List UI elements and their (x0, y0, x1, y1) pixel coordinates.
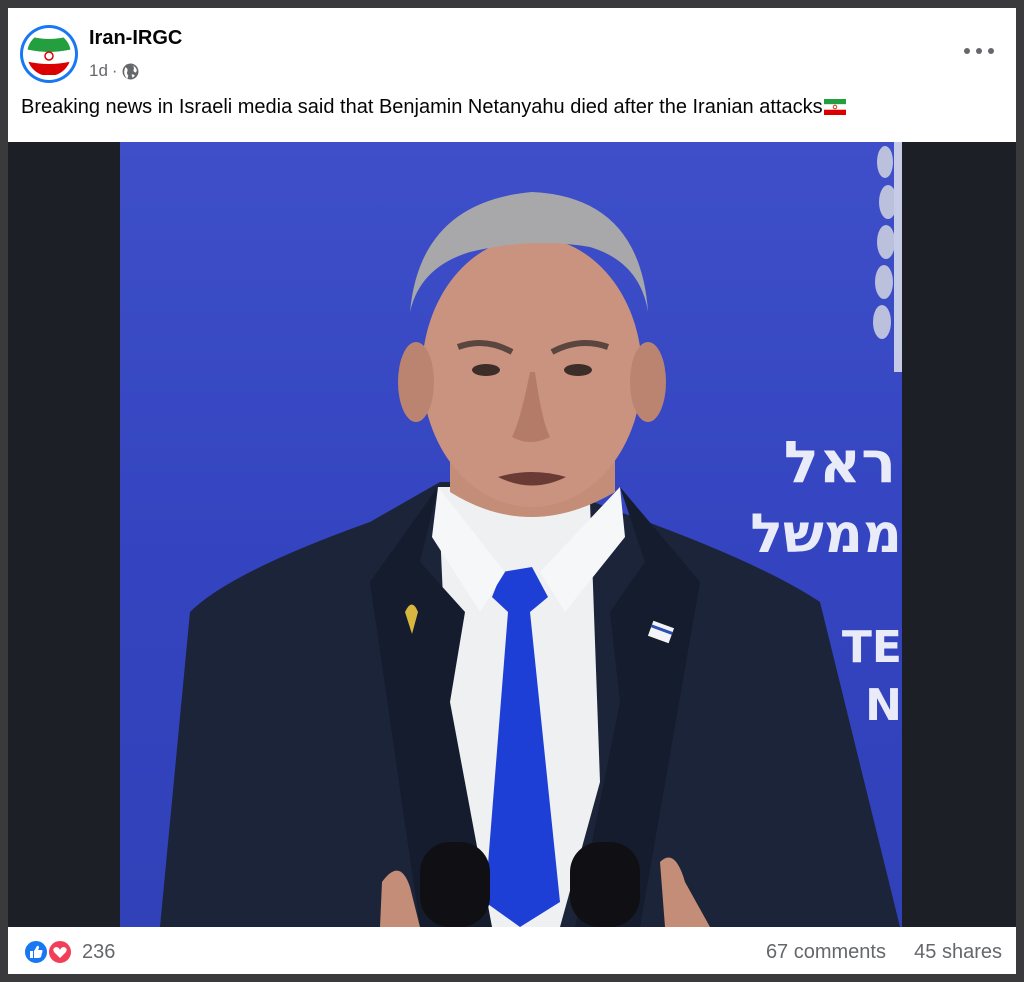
reaction-count[interactable]: 236 (82, 941, 115, 964)
post-media[interactable]: ראל ממשל TE N (8, 142, 1016, 927)
author-name[interactable]: Iran-IRGC (89, 27, 182, 50)
comments-count-link[interactable]: 67 comments (766, 941, 886, 964)
backdrop-letters-line4: N (865, 680, 902, 731)
more-options-button[interactable] (964, 44, 994, 58)
post-photo[interactable]: ראל ממשל TE N (120, 142, 902, 927)
reaction-icons[interactable] (22, 939, 76, 965)
backdrop-text-line2: ממשל (750, 502, 902, 565)
post-body: Breaking news in Israeli media said that… (21, 96, 823, 118)
more-dot (964, 48, 970, 54)
shares-count-link[interactable]: 45 shares (914, 941, 1002, 964)
like-icon (23, 939, 49, 965)
backdrop-text-line1: ראל (783, 428, 896, 496)
post-text: Breaking news in Israeli media said that… (21, 96, 1001, 121)
post-age[interactable]: 1d (89, 61, 108, 81)
iran-flag-emoji (823, 98, 846, 121)
more-dot (976, 48, 982, 54)
post-meta: 1d · (89, 61, 139, 81)
author-avatar[interactable] (20, 25, 78, 83)
love-icon (47, 939, 73, 965)
post-footer: 236 67 comments 45 shares (8, 927, 1016, 974)
more-dot (988, 48, 994, 54)
globe-icon[interactable] (122, 63, 139, 80)
meta-separator: · (111, 61, 118, 80)
backdrop-letters-line3: TE (841, 622, 902, 673)
iran-flag-avatar-icon (26, 31, 72, 77)
facebook-post-card: Iran-IRGC 1d · Breaking news in Israeli … (8, 8, 1016, 974)
